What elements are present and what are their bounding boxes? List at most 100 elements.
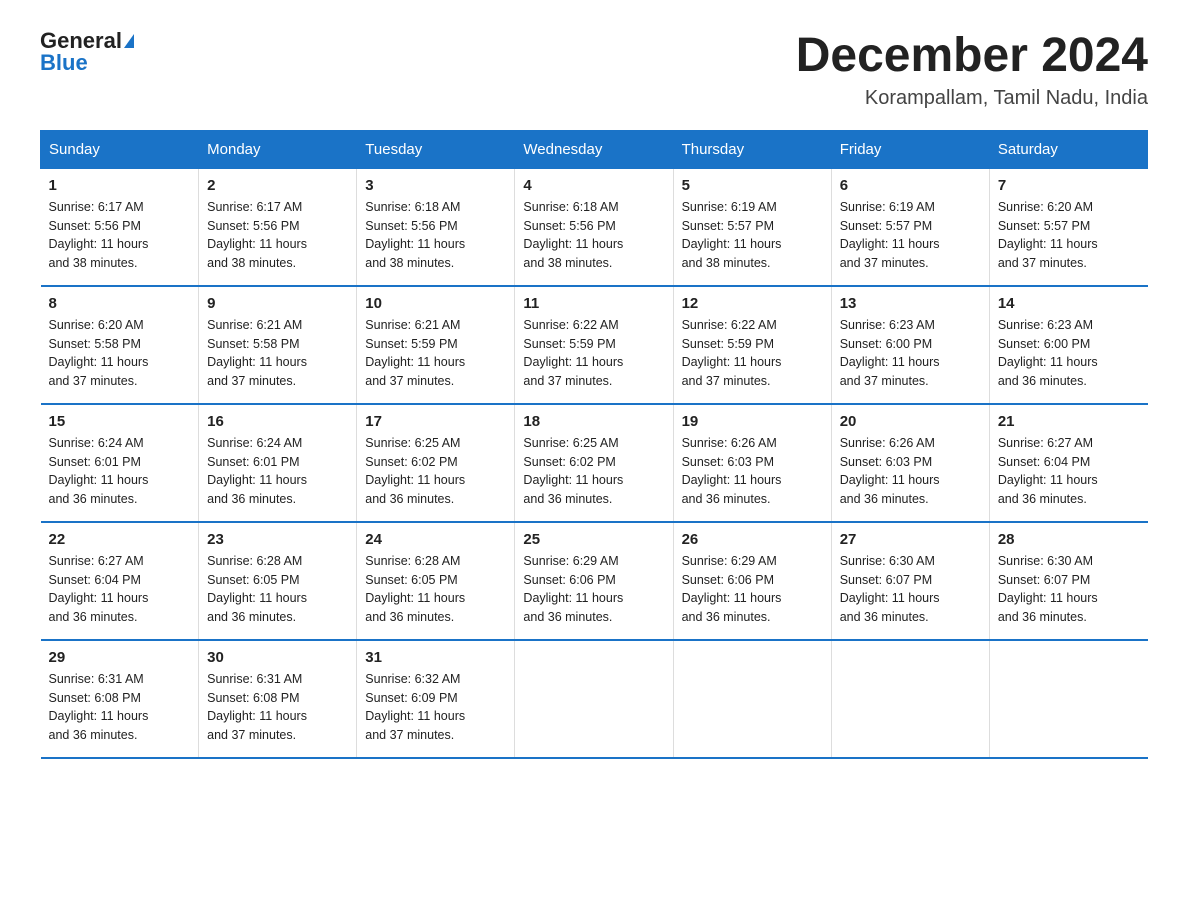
day-info: Sunrise: 6:21 AM Sunset: 5:59 PM Dayligh…	[365, 316, 506, 391]
day-number: 12	[682, 295, 823, 312]
day-cell: 12 Sunrise: 6:22 AM Sunset: 5:59 PM Dayli…	[673, 286, 831, 404]
day-cell: 23 Sunrise: 6:28 AM Sunset: 6:05 PM Dayli…	[199, 522, 357, 640]
day-cell: 19 Sunrise: 6:26 AM Sunset: 6:03 PM Dayli…	[673, 404, 831, 522]
day-cell	[673, 640, 831, 758]
day-info: Sunrise: 6:24 AM Sunset: 6:01 PM Dayligh…	[207, 434, 348, 509]
day-info: Sunrise: 6:28 AM Sunset: 6:05 PM Dayligh…	[207, 552, 348, 627]
month-title: December 2024	[796, 30, 1148, 83]
day-info: Sunrise: 6:29 AM Sunset: 6:06 PM Dayligh…	[523, 552, 664, 627]
title-area: December 2024 Korampallam, Tamil Nadu, I…	[796, 30, 1148, 110]
day-info: Sunrise: 6:19 AM Sunset: 5:57 PM Dayligh…	[682, 198, 823, 273]
day-info: Sunrise: 6:20 AM Sunset: 5:57 PM Dayligh…	[998, 198, 1140, 273]
week-row-5: 29 Sunrise: 6:31 AM Sunset: 6:08 PM Dayli…	[41, 640, 1148, 758]
day-cell: 6 Sunrise: 6:19 AM Sunset: 5:57 PM Daylig…	[831, 168, 989, 286]
logo-blue-text: Blue	[40, 52, 88, 74]
day-cell: 10 Sunrise: 6:21 AM Sunset: 5:59 PM Dayli…	[357, 286, 515, 404]
day-cell: 5 Sunrise: 6:19 AM Sunset: 5:57 PM Daylig…	[673, 168, 831, 286]
day-number: 6	[840, 177, 981, 194]
day-number: 28	[998, 531, 1140, 548]
day-cell: 27 Sunrise: 6:30 AM Sunset: 6:07 PM Dayli…	[831, 522, 989, 640]
header-cell-sunday: Sunday	[41, 130, 199, 168]
day-number: 30	[207, 649, 348, 666]
day-info: Sunrise: 6:27 AM Sunset: 6:04 PM Dayligh…	[49, 552, 191, 627]
day-cell: 30 Sunrise: 6:31 AM Sunset: 6:08 PM Dayli…	[199, 640, 357, 758]
day-cell: 4Sunrise: 6:18 AM Sunset: 5:56 PM Daylig…	[515, 168, 673, 286]
day-cell: 15 Sunrise: 6:24 AM Sunset: 6:01 PM Dayli…	[41, 404, 199, 522]
day-number: 9	[207, 295, 348, 312]
day-cell: 24 Sunrise: 6:28 AM Sunset: 6:05 PM Dayli…	[357, 522, 515, 640]
day-number: 31	[365, 649, 506, 666]
day-cell: 14Sunrise: 6:23 AM Sunset: 6:00 PM Dayli…	[989, 286, 1147, 404]
day-info: Sunrise: 6:28 AM Sunset: 6:05 PM Dayligh…	[365, 552, 506, 627]
day-cell: 26 Sunrise: 6:29 AM Sunset: 6:06 PM Dayli…	[673, 522, 831, 640]
day-number: 5	[682, 177, 823, 194]
day-info: Sunrise: 6:23 AM Sunset: 6:00 PM Dayligh…	[840, 316, 981, 391]
day-number: 15	[49, 413, 191, 430]
header-cell-monday: Monday	[199, 130, 357, 168]
header-cell-saturday: Saturday	[989, 130, 1147, 168]
day-info: Sunrise: 6:30 AM Sunset: 6:07 PM Dayligh…	[998, 552, 1140, 627]
day-number: 7	[998, 177, 1140, 194]
day-info: Sunrise: 6:29 AM Sunset: 6:06 PM Dayligh…	[682, 552, 823, 627]
day-cell	[515, 640, 673, 758]
day-number: 20	[840, 413, 981, 430]
day-info: Sunrise: 6:27 AM Sunset: 6:04 PM Dayligh…	[998, 434, 1140, 509]
day-number: 1	[49, 177, 191, 194]
day-cell: 25 Sunrise: 6:29 AM Sunset: 6:06 PM Dayli…	[515, 522, 673, 640]
day-info: Sunrise: 6:18 AM Sunset: 5:56 PM Dayligh…	[365, 198, 506, 273]
day-info: Sunrise: 6:31 AM Sunset: 6:08 PM Dayligh…	[49, 670, 191, 745]
day-info: Sunrise: 6:26 AM Sunset: 6:03 PM Dayligh…	[682, 434, 823, 509]
day-number: 16	[207, 413, 348, 430]
day-info: Sunrise: 6:26 AM Sunset: 6:03 PM Dayligh…	[840, 434, 981, 509]
day-cell: 16 Sunrise: 6:24 AM Sunset: 6:01 PM Dayli…	[199, 404, 357, 522]
header-cell-tuesday: Tuesday	[357, 130, 515, 168]
day-cell: 2Sunrise: 6:17 AM Sunset: 5:56 PM Daylig…	[199, 168, 357, 286]
day-info: Sunrise: 6:24 AM Sunset: 6:01 PM Dayligh…	[49, 434, 191, 509]
day-cell: 22 Sunrise: 6:27 AM Sunset: 6:04 PM Dayli…	[41, 522, 199, 640]
calendar-body: 1 Sunrise: 6:17 AM Sunset: 5:56 PM Daylig…	[41, 168, 1148, 758]
day-info: Sunrise: 6:25 AM Sunset: 6:02 PM Dayligh…	[523, 434, 664, 509]
calendar-table: SundayMondayTuesdayWednesdayThursdayFrid…	[40, 130, 1148, 759]
day-cell: 28 Sunrise: 6:30 AM Sunset: 6:07 PM Dayli…	[989, 522, 1147, 640]
day-info: Sunrise: 6:17 AM Sunset: 5:56 PM Dayligh…	[49, 198, 191, 273]
day-number: 22	[49, 531, 191, 548]
day-cell	[989, 640, 1147, 758]
day-cell: 29 Sunrise: 6:31 AM Sunset: 6:08 PM Dayli…	[41, 640, 199, 758]
week-row-2: 8 Sunrise: 6:20 AM Sunset: 5:58 PM Daylig…	[41, 286, 1148, 404]
day-info: Sunrise: 6:30 AM Sunset: 6:07 PM Dayligh…	[840, 552, 981, 627]
day-cell: 18Sunrise: 6:25 AM Sunset: 6:02 PM Dayli…	[515, 404, 673, 522]
day-cell: 20 Sunrise: 6:26 AM Sunset: 6:03 PM Dayli…	[831, 404, 989, 522]
day-cell	[831, 640, 989, 758]
day-cell: 31 Sunrise: 6:32 AM Sunset: 6:09 PM Dayli…	[357, 640, 515, 758]
header-row: SundayMondayTuesdayWednesdayThursdayFrid…	[41, 130, 1148, 168]
day-info: Sunrise: 6:22 AM Sunset: 5:59 PM Dayligh…	[523, 316, 664, 391]
day-cell: 7 Sunrise: 6:20 AM Sunset: 5:57 PM Daylig…	[989, 168, 1147, 286]
day-cell: 9Sunrise: 6:21 AM Sunset: 5:58 PM Daylig…	[199, 286, 357, 404]
day-number: 23	[207, 531, 348, 548]
calendar-header: SundayMondayTuesdayWednesdayThursdayFrid…	[41, 130, 1148, 168]
day-number: 24	[365, 531, 506, 548]
header-cell-thursday: Thursday	[673, 130, 831, 168]
day-info: Sunrise: 6:22 AM Sunset: 5:59 PM Dayligh…	[682, 316, 823, 391]
day-number: 26	[682, 531, 823, 548]
day-number: 8	[49, 295, 191, 312]
day-info: Sunrise: 6:19 AM Sunset: 5:57 PM Dayligh…	[840, 198, 981, 273]
day-number: 10	[365, 295, 506, 312]
location-subtitle: Korampallam, Tamil Nadu, India	[796, 87, 1148, 110]
day-number: 27	[840, 531, 981, 548]
day-info: Sunrise: 6:18 AM Sunset: 5:56 PM Dayligh…	[523, 198, 664, 273]
day-number: 3	[365, 177, 506, 194]
header-cell-wednesday: Wednesday	[515, 130, 673, 168]
day-number: 25	[523, 531, 664, 548]
day-number: 2	[207, 177, 348, 194]
day-number: 29	[49, 649, 191, 666]
day-number: 17	[365, 413, 506, 430]
day-cell: 3 Sunrise: 6:18 AM Sunset: 5:56 PM Daylig…	[357, 168, 515, 286]
day-number: 19	[682, 413, 823, 430]
header-cell-friday: Friday	[831, 130, 989, 168]
day-info: Sunrise: 6:31 AM Sunset: 6:08 PM Dayligh…	[207, 670, 348, 745]
day-info: Sunrise: 6:32 AM Sunset: 6:09 PM Dayligh…	[365, 670, 506, 745]
day-info: Sunrise: 6:20 AM Sunset: 5:58 PM Dayligh…	[49, 316, 191, 391]
day-info: Sunrise: 6:25 AM Sunset: 6:02 PM Dayligh…	[365, 434, 506, 509]
day-cell: 11Sunrise: 6:22 AM Sunset: 5:59 PM Dayli…	[515, 286, 673, 404]
